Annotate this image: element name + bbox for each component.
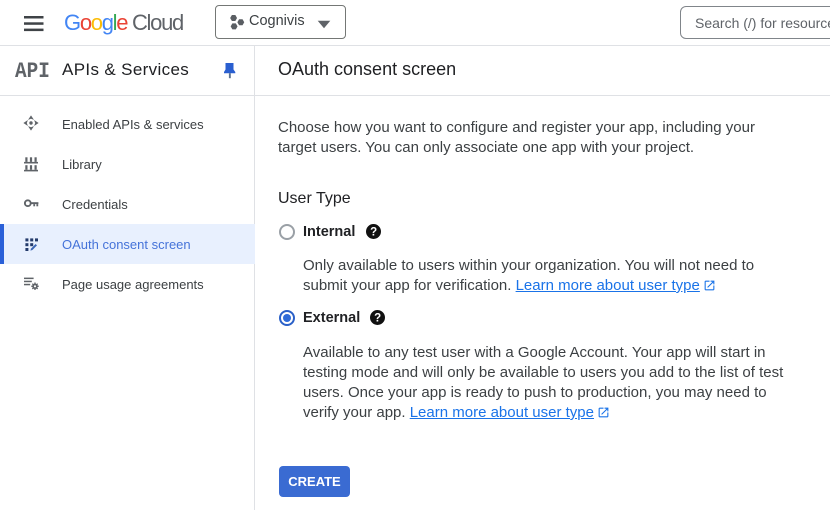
svg-text:?: ? xyxy=(374,313,381,325)
svg-text:?: ? xyxy=(370,227,377,239)
